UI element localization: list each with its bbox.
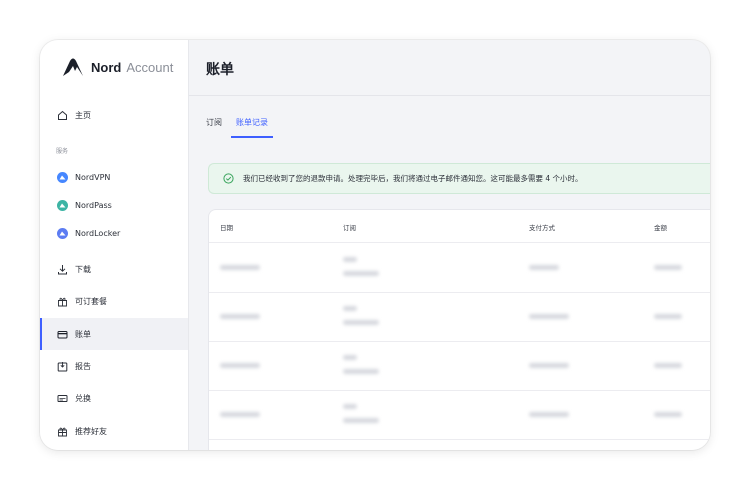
redacted-plan [343,306,357,311]
refund-success-alert: 我们已经收到了您的退款申请。处理完毕后，我们将通过电子邮件通知您。这可能最多需要… [208,163,710,194]
sidebar-item-plans[interactable]: 可订套餐 [40,285,188,317]
nordpass-icon [56,199,68,211]
billing-card-icon [56,328,68,340]
redacted-payment [529,265,559,270]
column-subscription: 订阅 [343,224,356,232]
column-payment-method: 支付方式 [529,224,555,232]
billing-tabs: 订阅 账单记录 [206,117,282,138]
tab-subscriptions[interactable]: 订阅 [206,117,222,138]
sidebar-item-refer-friend[interactable]: 推荐好友 [40,415,188,447]
sidebar-item-redeem[interactable]: 兑换 [40,382,188,414]
home-icon [56,109,68,121]
redacted-payment [529,363,569,368]
table-row[interactable] [209,341,710,391]
nord-mountain-icon [63,58,83,76]
sidebar-item-label: 报告 [75,361,91,371]
sidebar-item-label: 下载 [75,264,91,274]
redacted-plan-detail [343,369,379,374]
redacted-date [220,265,260,270]
sidebar-item-label: 推荐好友 [75,426,107,436]
redacted-plan-detail [343,418,379,423]
sidebar-item-billing[interactable]: 账单 [40,318,188,350]
page-title: 账单 [206,62,234,78]
redacted-amount [654,363,682,368]
sidebar-item-label: NordPass [75,200,112,210]
plans-icon [56,295,68,307]
redacted-amount [654,412,682,417]
table-row[interactable] [209,390,710,440]
services-heading: 服务 [56,148,69,155]
sidebar-item-label: 账单 [75,329,91,339]
redacted-plan-detail [343,320,379,325]
account-window: Nord Account 主页 服务 NordVPN NordPass Nord… [40,40,710,450]
column-amount: 金额 [654,224,667,232]
sidebar: Nord Account 主页 服务 NordVPN NordPass Nord… [40,40,189,450]
redacted-plan [343,257,357,262]
redeem-icon [56,392,68,404]
sidebar-item-nordlocker[interactable]: NordLocker [40,217,188,249]
brand-logo[interactable]: Nord Account [61,57,173,77]
table-row[interactable] [209,243,710,293]
nordvpn-icon [56,171,68,183]
brand-name: Nord [91,59,122,75]
redacted-plan [343,404,357,409]
alert-message: 我们已经收到了您的退款申请。处理完毕后，我们将通过电子邮件通知您。这可能最多需要… [243,174,583,183]
table-row[interactable] [209,292,710,342]
check-circle-icon [223,173,234,184]
nordlocker-icon [56,227,68,239]
column-date: 日期 [220,224,233,232]
gift-icon [56,425,68,437]
billing-history-table: 日期 订阅 支付方式 金额 [208,209,710,450]
redacted-plan-detail [343,271,379,276]
tab-billing-history[interactable]: 账单记录 [231,117,273,138]
sidebar-item-label: 主页 [75,110,91,120]
sidebar-item-report[interactable]: 报告 [40,350,188,382]
redacted-amount [654,314,682,319]
report-icon [56,360,68,372]
redacted-plan [343,355,357,360]
redacted-payment [529,412,569,417]
brand-product: Account [126,59,174,75]
main-content: 账单 订阅 账单记录 我们已经收到了您的退款申请。处理完毕后，我们将通过电子邮件… [189,40,710,450]
redacted-date [220,363,260,368]
redacted-date [220,314,260,319]
redacted-payment [529,314,569,319]
redacted-date [220,412,260,417]
table-header: 日期 订阅 支付方式 金额 [209,210,710,243]
sidebar-item-label: NordVPN [75,172,111,182]
sidebar-item-home[interactable]: 主页 [40,99,188,131]
header-divider [189,95,710,96]
sidebar-item-label: 兑换 [75,393,91,403]
download-icon [56,263,68,275]
sidebar-item-label: NordLocker [75,228,121,238]
sidebar-item-download[interactable]: 下载 [40,253,188,285]
sidebar-item-label: 可订套餐 [75,296,107,306]
redacted-amount [654,265,682,270]
